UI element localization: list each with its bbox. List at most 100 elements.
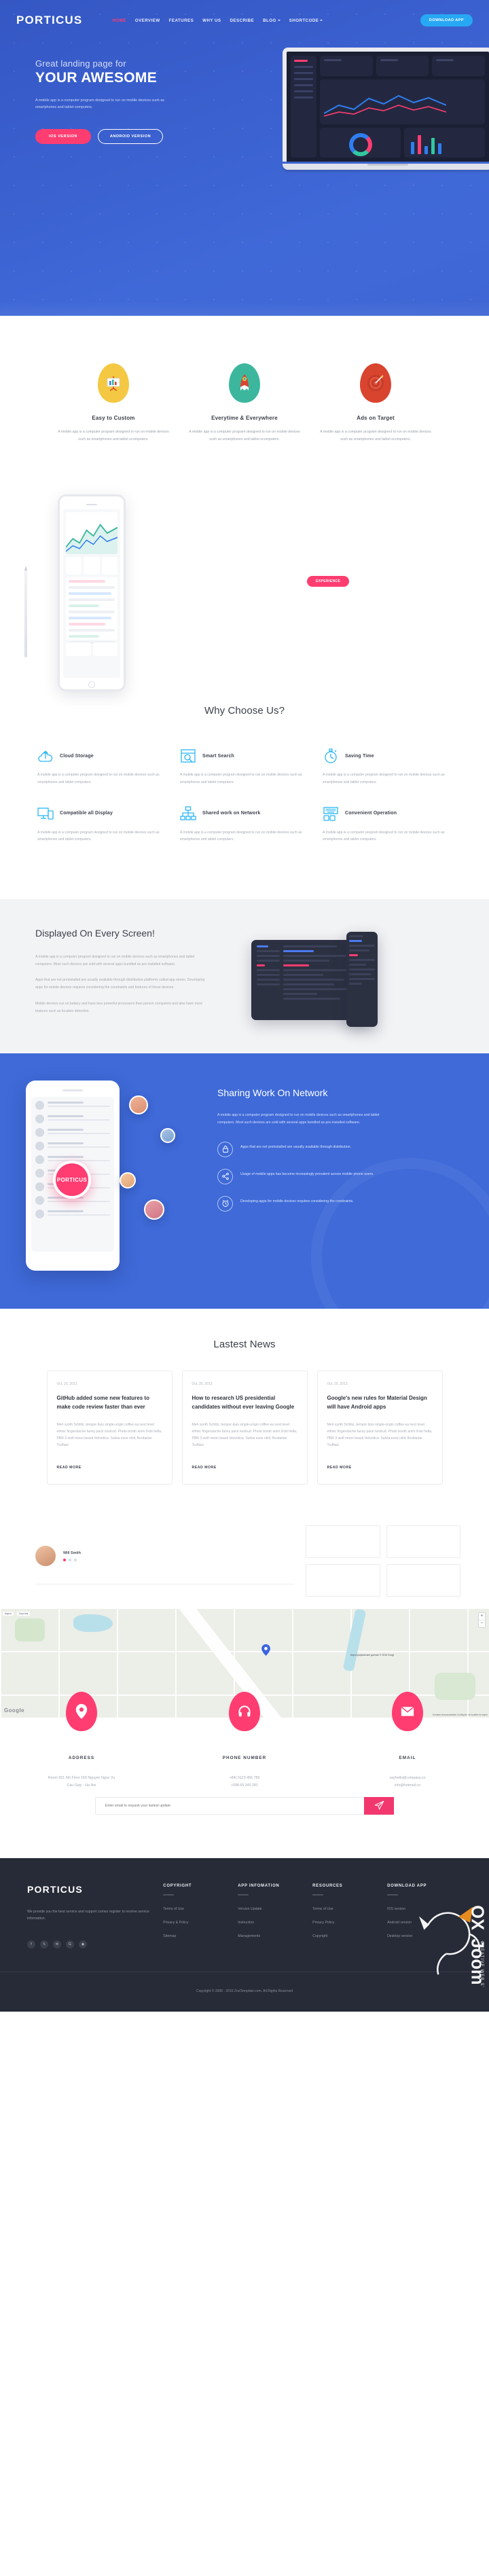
contact-email: EMAIL sayhello@company.co info@hotmail.c… bbox=[326, 1692, 489, 1789]
nav-item-features[interactable]: FEATURES bbox=[169, 18, 194, 23]
footer-link[interactable]: Privacy & Policy bbox=[163, 1921, 238, 1925]
phone-dark-mockup bbox=[346, 932, 378, 1028]
twitter-icon[interactable]: 𝕏 bbox=[40, 1940, 48, 1948]
news-section-title: Lastest News bbox=[213, 1339, 276, 1351]
ios-version-button[interactable]: IOS VERSION bbox=[35, 128, 91, 144]
gallery-grid bbox=[306, 1521, 489, 1597]
feature-text: A mobile app is a computer program desig… bbox=[189, 430, 300, 441]
nav-item-home[interactable]: HOME bbox=[112, 18, 126, 23]
testimonial-gallery-section: Will Smith bbox=[0, 1513, 489, 1609]
footer-socials: f 𝕏 ✉ G ◉ bbox=[27, 1940, 163, 1948]
android-version-button[interactable]: ANDROID VERSION bbox=[97, 128, 164, 144]
map-zoom-controls[interactable]: + − bbox=[478, 1612, 486, 1629]
map-layer-map[interactable]: Карта bbox=[3, 1612, 14, 1616]
chevron-down-icon bbox=[277, 19, 280, 21]
why-item-title: Convenient Operation bbox=[345, 811, 397, 816]
feature-title: Easy to Custom bbox=[92, 415, 135, 421]
footer-brand: PORTICUS We provide you the best service… bbox=[27, 1884, 163, 1948]
map-zoom-out-button[interactable]: − bbox=[479, 1620, 485, 1627]
why-item-text: A mobile app is a computer program desig… bbox=[180, 773, 302, 784]
rss-icon[interactable]: ◉ bbox=[79, 1940, 87, 1948]
contact-label: EMAIL bbox=[399, 1756, 416, 1761]
read-more-link[interactable]: READ MORE bbox=[192, 1466, 217, 1470]
hero-content: Great landing page for YOUR AWESOME A mo… bbox=[0, 31, 489, 144]
nav-item-why-us[interactable]: WHY US bbox=[202, 18, 221, 23]
subscribe-block bbox=[0, 1796, 489, 1815]
presentation-chart-icon bbox=[98, 363, 129, 403]
hero-section: PORTICUS HOME OVERVIEW FEATURES WHY US D… bbox=[0, 0, 489, 316]
why-item-text: A mobile app is a computer program desig… bbox=[323, 773, 445, 784]
gallery-cell[interactable] bbox=[306, 1525, 380, 1559]
map-marker-icon bbox=[261, 1644, 270, 1656]
gallery-cell[interactable] bbox=[386, 1564, 460, 1597]
footer-link[interactable]: Version Update bbox=[238, 1907, 312, 1911]
hero-description: A mobile app is a computer program desig… bbox=[35, 98, 164, 110]
news-card[interactable]: Oct, 25, 2013 GitHub added some new feat… bbox=[46, 1371, 173, 1485]
footer-link[interactable]: Managements bbox=[238, 1934, 312, 1938]
feature-card: Everytime & Everywhere A mobile app is a… bbox=[183, 363, 307, 443]
footer-column-resources: RESOURCES Terms of Use Privacy Policy Co… bbox=[312, 1884, 387, 1948]
nav-item-shortcode[interactable]: SHORTCODE bbox=[289, 18, 323, 23]
read-more-link[interactable]: READ MORE bbox=[327, 1466, 352, 1470]
nav-item-describe[interactable]: DESCRIBE bbox=[230, 18, 255, 23]
stopwatch-icon bbox=[325, 748, 337, 763]
contact-label: ADDRESS bbox=[68, 1756, 95, 1761]
hero-subtitle: Great landing page for bbox=[35, 58, 126, 69]
joomfox-watermark-icon: OX Joom CREATIVE WEB STUDIO bbox=[418, 1905, 486, 1987]
nav-item-blog[interactable]: BLOG bbox=[263, 18, 280, 23]
footer-column-heading: APP INFOMATION bbox=[238, 1883, 280, 1888]
footer-link[interactable]: Privacy Policy bbox=[312, 1921, 387, 1925]
carousel-dot-active[interactable] bbox=[63, 1558, 66, 1561]
experience-button[interactable]: EXPERIENCE bbox=[307, 576, 350, 587]
site-logo[interactable]: PORTICUS bbox=[16, 14, 82, 27]
feature-title: Ads on Target bbox=[357, 415, 395, 421]
avatar bbox=[35, 1546, 56, 1567]
nav-item-overview[interactable]: OVERVIEW bbox=[135, 18, 160, 23]
gallery-cell[interactable] bbox=[306, 1564, 380, 1597]
carousel-dot[interactable] bbox=[69, 1558, 71, 1561]
sharing-bullet-text: Usage of mobile apps has become increasi… bbox=[240, 1172, 374, 1176]
news-card[interactable]: Oct, 25, 2013 How to research US preside… bbox=[181, 1371, 308, 1485]
subscribe-submit-button[interactable] bbox=[364, 1796, 394, 1815]
mail-icon[interactable]: ✉ bbox=[53, 1940, 61, 1948]
footer-logo[interactable]: PORTICUS bbox=[27, 1884, 163, 1895]
facebook-icon[interactable]: f bbox=[27, 1940, 35, 1948]
footer-link[interactable]: Copyright bbox=[312, 1934, 387, 1938]
nav-item-blog-label: BLOG bbox=[263, 18, 276, 23]
displayed-title: Displayed On Every Screen! bbox=[35, 928, 155, 939]
sharing-bullet: Developing apps for mobile devices requi… bbox=[217, 1195, 462, 1212]
carousel-dots[interactable] bbox=[63, 1558, 81, 1561]
footer-link[interactable]: Sitemap bbox=[163, 1934, 238, 1938]
carousel-dot[interactable] bbox=[74, 1558, 77, 1561]
read-more-link[interactable]: READ MORE bbox=[57, 1466, 82, 1470]
porticus-badge: PORTICUS bbox=[53, 1161, 91, 1199]
why-item-title: Saving Time bbox=[345, 753, 374, 759]
sharing-bullet-text: Developing apps for mobile devices requi… bbox=[240, 1199, 354, 1203]
footer-link[interactable]: Instruction bbox=[238, 1921, 312, 1925]
map-zoom-in-button[interactable]: + bbox=[479, 1613, 485, 1621]
tablet-chart bbox=[66, 512, 117, 555]
map-layer-controls[interactable]: Карта Спутник bbox=[3, 1612, 31, 1616]
google-plus-icon[interactable]: G bbox=[66, 1940, 74, 1948]
hero-text-block: Great landing page for YOUR AWESOME A mo… bbox=[0, 54, 194, 144]
map-layer-satellite[interactable]: Спутник bbox=[16, 1612, 31, 1616]
why-item-title: Compatible all Display bbox=[60, 811, 113, 816]
testimonial-author: Will Smith bbox=[35, 1546, 306, 1567]
footer-link[interactable]: Terms of Use bbox=[312, 1907, 387, 1911]
footer-link[interactable]: Terms of Use bbox=[163, 1907, 238, 1911]
footer-column-copyright: COPYRIGHT Terms of Use Privacy & Policy … bbox=[163, 1884, 238, 1948]
news-date: Oct, 25, 2013 bbox=[56, 1382, 77, 1387]
lock-icon bbox=[217, 1141, 233, 1157]
news-card[interactable]: Oct, 25, 2013 Google's new rules for Mat… bbox=[316, 1371, 443, 1485]
news-title: How to research US presidential candidat… bbox=[192, 1395, 295, 1411]
presentation-chart-glyph bbox=[107, 376, 120, 391]
share-nodes-icon bbox=[217, 1168, 233, 1184]
divider bbox=[163, 1893, 175, 1895]
subscribe-email-input[interactable] bbox=[95, 1796, 364, 1815]
divider bbox=[312, 1893, 324, 1895]
news-date: Oct, 25, 2013 bbox=[192, 1382, 213, 1387]
tablet-home-button bbox=[88, 681, 95, 689]
sharing-bullet: Usage of mobile apps has become increasi… bbox=[217, 1168, 462, 1184]
download-app-button[interactable]: DOWNLOAD APP bbox=[420, 14, 473, 26]
gallery-cell[interactable] bbox=[386, 1525, 460, 1559]
